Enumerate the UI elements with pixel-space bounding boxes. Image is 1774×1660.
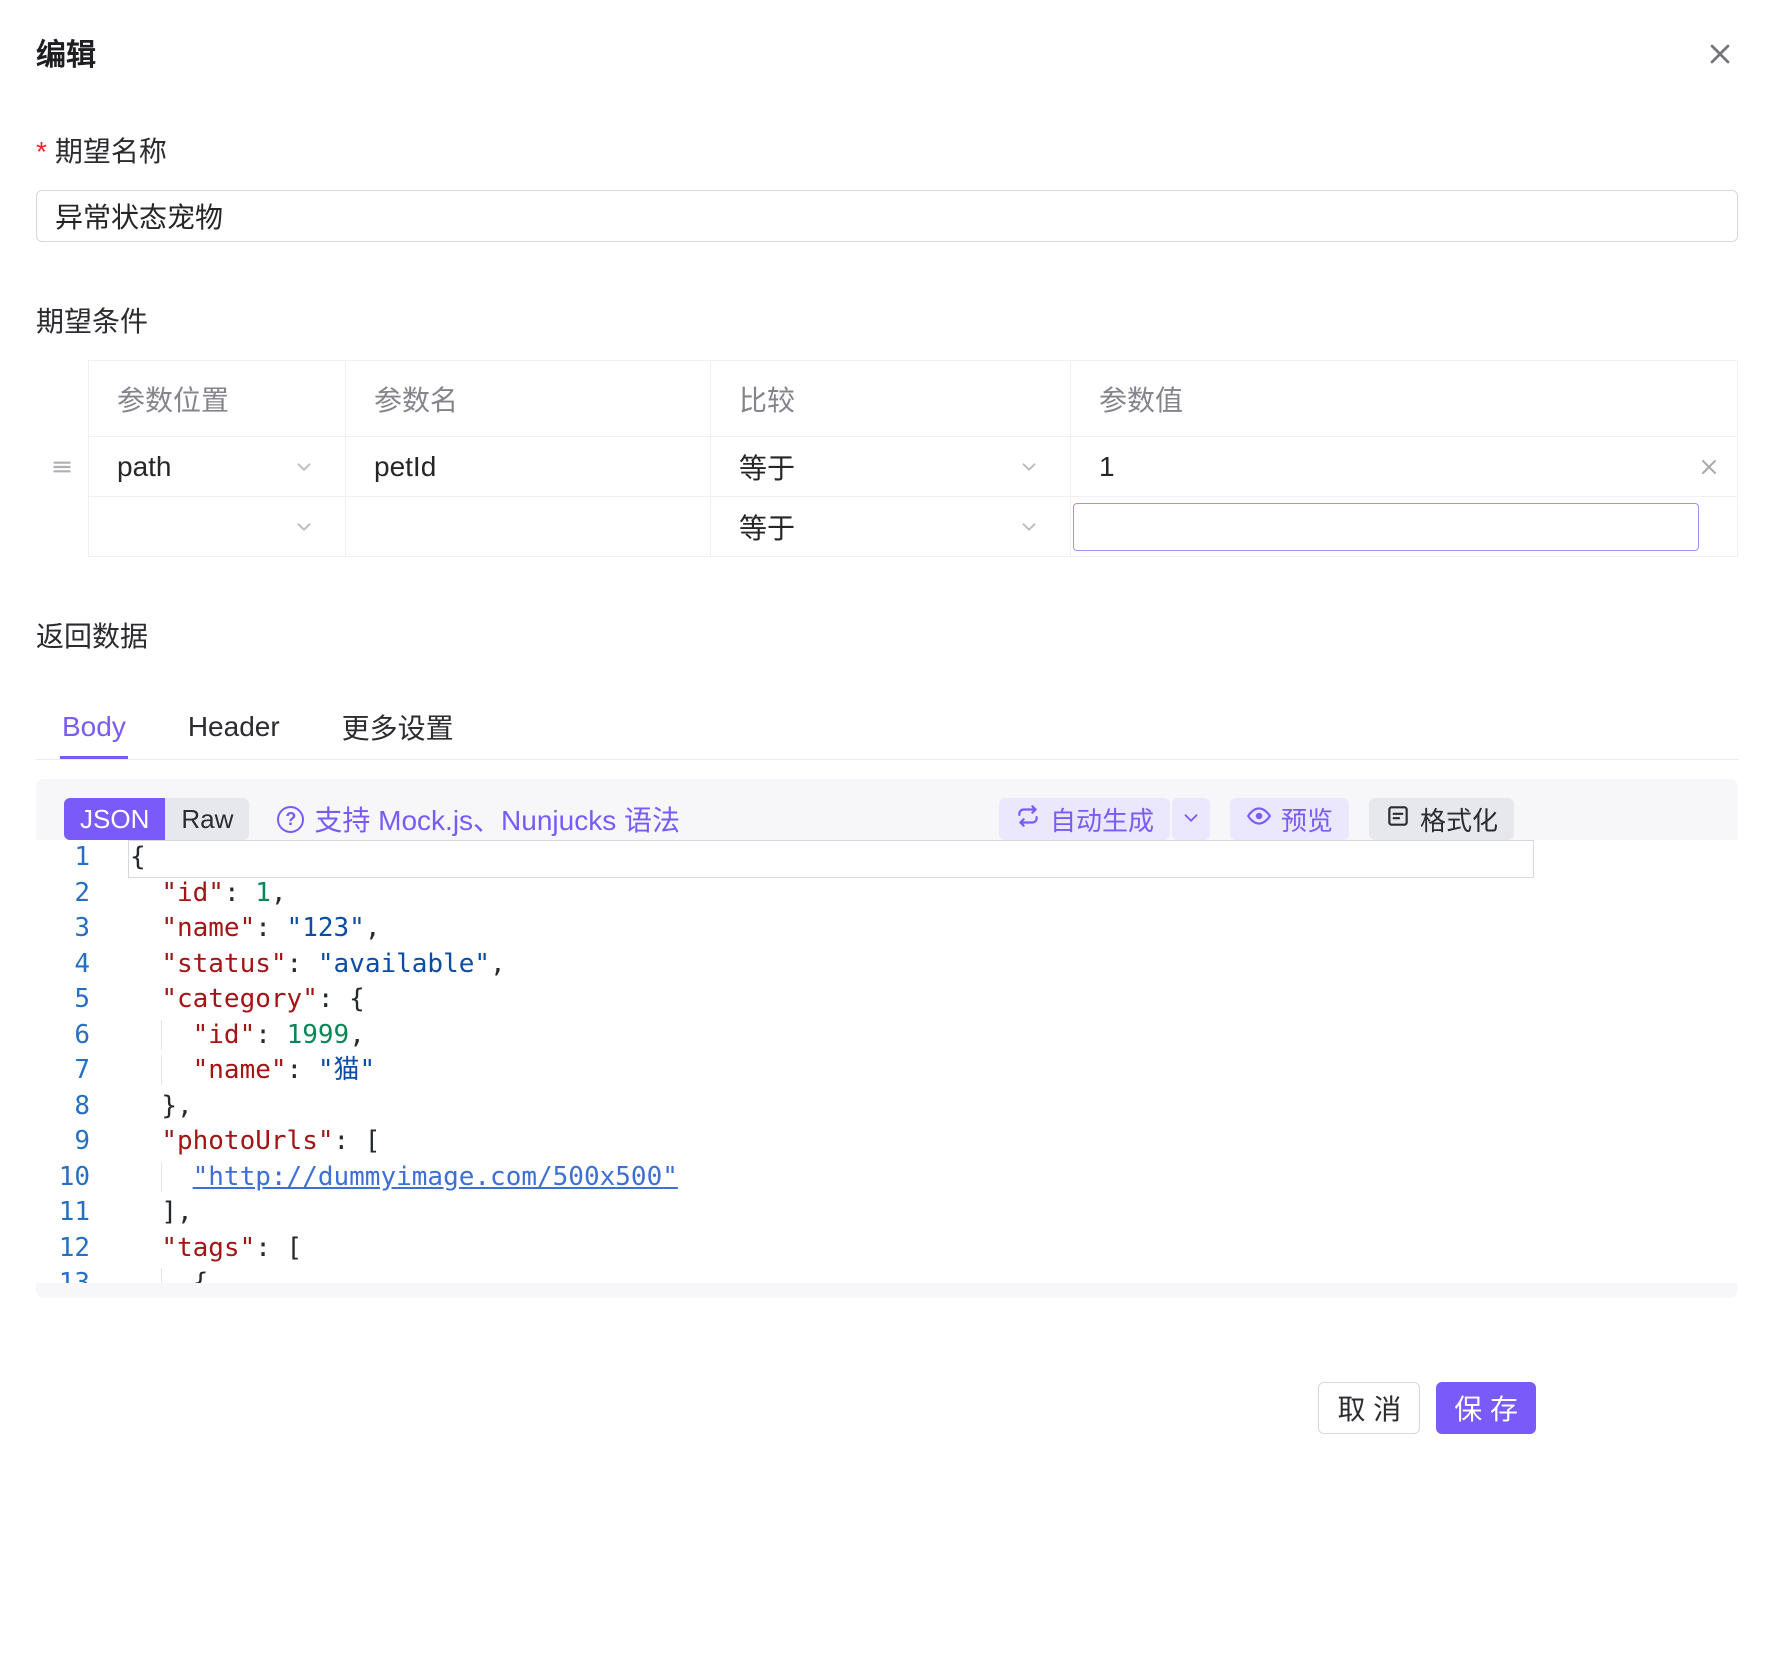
auto-generate-button[interactable]: 自动生成 bbox=[999, 798, 1170, 840]
param-position-select[interactable]: path bbox=[88, 437, 345, 497]
tab-label: 更多设置 bbox=[342, 707, 454, 747]
tabs: Body Header 更多设置 bbox=[36, 698, 1738, 760]
param-name-field[interactable] bbox=[345, 497, 710, 557]
delete-row-icon[interactable] bbox=[1697, 455, 1721, 479]
conditions-table: 参数位置 参数名 比较 参数值 path petId 等于 1 bbox=[36, 360, 1738, 557]
header-param-value: 参数值 bbox=[1070, 360, 1738, 437]
editor-panel: JSON Raw ? 支持 Mock.js、Nunjucks 语法 自动生成 bbox=[36, 779, 1738, 1298]
conditions-header-row: 参数位置 参数名 比较 参数值 bbox=[36, 360, 1738, 437]
code-lines: 1 { 2 "id": 1, 3 "name": "123", 4 "statu… bbox=[36, 840, 1738, 1283]
compare-select[interactable]: 等于 bbox=[710, 437, 1070, 497]
header-param-name: 参数名 bbox=[345, 360, 710, 437]
param-value-field[interactable]: 1 bbox=[1070, 437, 1738, 497]
close-icon bbox=[1704, 38, 1736, 70]
code-editor[interactable]: 1 { 2 "id": 1, 3 "name": "123", 4 "statu… bbox=[36, 840, 1738, 1283]
line-number: 8 bbox=[36, 1089, 90, 1125]
line-number: 9 bbox=[36, 1124, 90, 1160]
line-number: 12 bbox=[36, 1231, 90, 1267]
code-line: 1 { bbox=[36, 840, 1738, 876]
code-line: 13 { bbox=[36, 1266, 1738, 1283]
compare-select[interactable]: 等于 bbox=[710, 497, 1070, 557]
condition-row: path petId 等于 1 bbox=[36, 437, 1738, 497]
auto-generate-split-button: 自动生成 bbox=[999, 798, 1210, 840]
tab-label: Body bbox=[62, 711, 126, 743]
param-value-input[interactable] bbox=[1073, 503, 1699, 551]
line-number: 11 bbox=[36, 1195, 90, 1231]
code-line: 12 "tags": [ bbox=[36, 1231, 1738, 1267]
chevron-down-icon bbox=[293, 516, 315, 538]
param-value-field[interactable] bbox=[1070, 497, 1738, 557]
edit-dialog: 编辑 *期望名称 期望条件 参数位置 参数名 比较 参数值 path bbox=[0, 0, 1774, 1660]
editor-toolbar: JSON Raw ? 支持 Mock.js、Nunjucks 语法 自动生成 bbox=[36, 779, 1738, 840]
json-mode-button[interactable]: JSON bbox=[64, 798, 165, 840]
line-number: 1 bbox=[36, 840, 90, 876]
code-line: 9 "photoUrls": [ bbox=[36, 1124, 1738, 1160]
line-number: 5 bbox=[36, 982, 90, 1018]
mode-segmented-control: JSON Raw bbox=[64, 798, 249, 840]
code-line: 3 "name": "123", bbox=[36, 911, 1738, 947]
response-label: 返回数据 bbox=[36, 620, 1738, 654]
raw-mode-button[interactable]: Raw bbox=[165, 798, 249, 840]
toolbar-right-group: 自动生成 预览 bbox=[999, 798, 1514, 840]
eye-icon bbox=[1246, 803, 1272, 836]
dialog-header: 编辑 bbox=[36, 36, 1738, 80]
drag-handle-icon[interactable] bbox=[49, 454, 75, 480]
chevron-down-icon bbox=[1180, 807, 1202, 832]
chevron-down-icon bbox=[1018, 516, 1040, 538]
chevron-down-icon bbox=[293, 456, 315, 478]
save-button[interactable]: 保 存 bbox=[1436, 1382, 1536, 1434]
help-icon[interactable]: ? bbox=[277, 806, 304, 833]
dialog-title: 编辑 bbox=[36, 36, 96, 76]
code-line: 8 }, bbox=[36, 1089, 1738, 1125]
line-number: 10 bbox=[36, 1160, 90, 1196]
chevron-down-icon bbox=[1018, 456, 1040, 478]
syntax-hint-text: 支持 Mock.js、Nunjucks 语法 bbox=[314, 799, 680, 839]
line-number: 7 bbox=[36, 1053, 90, 1089]
loop-icon bbox=[1015, 803, 1041, 836]
param-name-field[interactable]: petId bbox=[345, 437, 710, 497]
format-icon bbox=[1385, 803, 1411, 836]
conditions-label: 期望条件 bbox=[36, 305, 1738, 339]
auto-generate-dropdown-button[interactable] bbox=[1172, 798, 1210, 840]
preview-button[interactable]: 预览 bbox=[1230, 798, 1349, 840]
header-compare: 比较 bbox=[710, 360, 1070, 437]
syntax-hint: ? 支持 Mock.js、Nunjucks 语法 bbox=[277, 799, 680, 839]
line-number: 3 bbox=[36, 911, 90, 947]
header-param-position: 参数位置 bbox=[88, 360, 345, 437]
code-line: 7 "name": "猫" bbox=[36, 1053, 1738, 1089]
name-label: *期望名称 bbox=[36, 135, 1738, 169]
tab-body[interactable]: Body bbox=[60, 698, 128, 759]
cancel-button[interactable]: 取 消 bbox=[1318, 1382, 1420, 1434]
condition-row: 等于 bbox=[36, 497, 1738, 557]
tab-label: Header bbox=[188, 711, 280, 743]
code-line: 6 "id": 1999, bbox=[36, 1018, 1738, 1054]
dialog-footer: 取 消 保 存 bbox=[36, 1382, 1738, 1434]
line-number: 2 bbox=[36, 876, 90, 912]
tab-more-settings[interactable]: 更多设置 bbox=[340, 698, 456, 759]
line-number: 4 bbox=[36, 947, 90, 983]
required-asterisk: * bbox=[36, 136, 47, 167]
code-line: 4 "status": "available", bbox=[36, 947, 1738, 983]
code-line: 11 ], bbox=[36, 1195, 1738, 1231]
expectation-name-input[interactable] bbox=[36, 190, 1738, 242]
format-button[interactable]: 格式化 bbox=[1369, 798, 1514, 840]
code-line: 10 "http://dummyimage.com/500x500" bbox=[36, 1160, 1738, 1196]
conditions-rows: path petId 等于 1 bbox=[36, 437, 1738, 557]
line-number: 6 bbox=[36, 1018, 90, 1054]
close-button[interactable] bbox=[1702, 36, 1738, 72]
param-position-select[interactable] bbox=[88, 497, 345, 557]
tab-header[interactable]: Header bbox=[186, 698, 282, 759]
code-line: 5 "category": { bbox=[36, 982, 1738, 1018]
line-number: 13 bbox=[36, 1266, 90, 1283]
code-line: 2 "id": 1, bbox=[36, 876, 1738, 912]
